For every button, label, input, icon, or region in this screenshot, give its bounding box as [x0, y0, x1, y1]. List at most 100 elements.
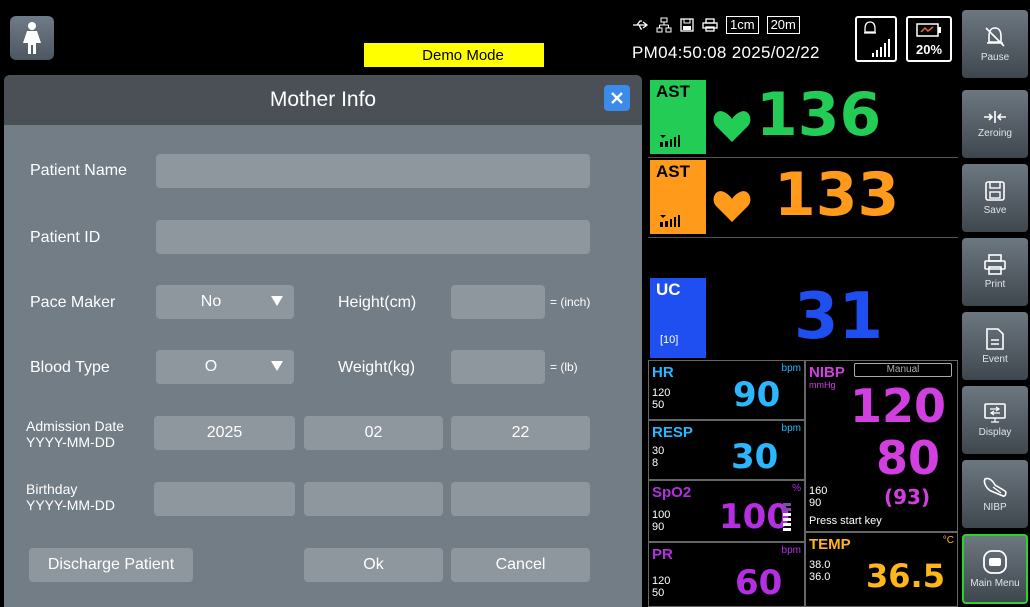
resp-high-limit: 30: [652, 445, 665, 457]
uc-tag-label: UC: [656, 280, 681, 299]
birthday-label: Birthday YYYY-MM-DD: [26, 481, 115, 513]
printer-icon: [984, 254, 1006, 275]
temp-cell[interactable]: TEMP °C 38.0 36.0 36.5: [805, 532, 958, 607]
nibp-button[interactable]: NIBP: [962, 460, 1028, 528]
admission-month-input[interactable]: 02: [304, 416, 443, 450]
nibp-button-label: NIBP: [983, 502, 1007, 513]
pace-maker-value: No: [200, 293, 222, 310]
perfusion-bar-icon: [783, 503, 791, 531]
demo-mode-banner: Demo Mode: [364, 43, 544, 67]
main-menu-button[interactable]: Main Menu: [962, 534, 1028, 604]
blood-type-label: Blood Type: [30, 359, 110, 376]
temp-label: TEMP: [809, 536, 851, 553]
battery-percent: 20%: [915, 42, 943, 57]
birthday-year-input[interactable]: [154, 482, 295, 516]
uc-tag: UC [10]: [650, 278, 706, 358]
temp-limits: 38.0 36.0: [809, 559, 830, 583]
paper-scale-label[interactable]: 1cm: [726, 16, 759, 34]
hr-label: HR: [652, 364, 674, 381]
spo2-high-limit: 100: [652, 509, 671, 521]
hr-high-limit: 120: [652, 387, 671, 399]
spo2-limits: 100 90: [652, 509, 670, 533]
patient-id-input[interactable]: [156, 220, 590, 254]
patient-type-button[interactable]: [10, 16, 54, 60]
patient-name-input[interactable]: [156, 154, 590, 188]
pause-button[interactable]: Pause: [962, 10, 1028, 78]
alarm-volume-box[interactable]: [855, 16, 897, 62]
save-button[interactable]: Save: [962, 164, 1028, 232]
cancel-button[interactable]: Cancel: [451, 548, 590, 582]
clock: PM04:50:08 2025/02/22: [632, 43, 820, 62]
signal-quality-icon: [660, 135, 680, 147]
spo2-cell[interactable]: SpO2 % 100 90 100: [648, 480, 805, 542]
nibp-cell[interactable]: NIBP Manual mmHg 120 80 160 90 (93) Press…: [805, 360, 958, 532]
spo2-value: 100: [719, 497, 790, 537]
dialog-title: Mother Info: [269, 88, 377, 111]
zeroing-button[interactable]: Zeroing: [962, 90, 1028, 158]
height-input[interactable]: [451, 285, 545, 319]
resp-cell[interactable]: RESP bpm 30 8 30: [648, 420, 805, 480]
weight-label: Weight(kg): [338, 359, 416, 376]
fhr1-tag-label: AST: [656, 82, 690, 101]
weight-input[interactable]: [451, 350, 545, 384]
time-scale-label[interactable]: 20m: [766, 16, 800, 34]
hr-limits: 120 50: [652, 387, 670, 411]
fhr1-row[interactable]: AST 136: [648, 78, 958, 158]
close-button[interactable]: [604, 85, 630, 111]
print-button[interactable]: Print: [962, 238, 1028, 306]
pace-maker-select[interactable]: No: [156, 285, 294, 319]
blood-type-select[interactable]: O: [156, 350, 294, 384]
nibp-mode[interactable]: Manual: [854, 363, 952, 377]
heart-icon: [713, 111, 751, 142]
hr-cell[interactable]: HR bpm 120 50 90: [648, 360, 805, 420]
uc-range: [10]: [660, 334, 679, 346]
display-button[interactable]: Display: [962, 386, 1028, 454]
usb-icon: [633, 20, 648, 30]
event-label: Event: [982, 354, 1008, 365]
weight-lb-unit: = (lb): [550, 360, 578, 374]
admission-year-input[interactable]: 2025: [154, 416, 295, 450]
spo2-unit: %: [792, 483, 801, 494]
top-bar: Demo Mode 1cm 20m PM04:50:08 2025/02/22 …: [0, 0, 958, 78]
bell-icon: [864, 21, 876, 34]
display-label: Display: [978, 427, 1012, 438]
birthday-title: Birthday: [26, 481, 78, 497]
fhr2-row[interactable]: AST 133: [648, 158, 958, 238]
hr-value: 90: [733, 375, 781, 415]
blood-type-value: O: [204, 358, 218, 375]
discharge-patient-button[interactable]: Discharge Patient: [29, 548, 193, 582]
pr-value: 60: [735, 563, 783, 603]
nibp-label: NIBP: [809, 364, 845, 381]
birthday-day-input[interactable]: [451, 482, 590, 516]
resp-label: RESP: [652, 424, 693, 441]
dialog-header: Mother Info: [4, 75, 642, 125]
birthday-month-input[interactable]: [304, 482, 443, 516]
bp-cuff-icon: [983, 477, 1007, 497]
pr-cell[interactable]: PR bpm 120 50 60: [648, 542, 805, 607]
printer-icon: [702, 18, 718, 32]
print-label: Print: [984, 279, 1006, 290]
event-document-icon: [986, 328, 1004, 350]
birthday-format: YYYY-MM-DD: [26, 497, 115, 513]
admission-day-input[interactable]: 22: [451, 416, 590, 450]
zeroing-icon: [984, 111, 1006, 123]
pr-high-limit: 120: [652, 575, 671, 587]
signal-quality-icon: [660, 215, 680, 227]
admission-date-format: YYYY-MM-DD: [26, 434, 115, 450]
nibp-diastolic: 80: [876, 431, 941, 485]
nibp-systolic: 120: [850, 379, 947, 433]
uc-row[interactable]: UC [10] 31: [648, 276, 958, 358]
resp-value: 30: [731, 437, 779, 477]
spo2-label: SpO2: [652, 484, 692, 501]
pr-limits: 120 50: [652, 575, 670, 599]
mother-info-dialog: Mother Info Patient Name Patient ID Pace…: [4, 75, 642, 607]
patient-id-label: Patient ID: [30, 229, 101, 246]
status-icons: 1cm 20m: [632, 16, 800, 34]
event-button[interactable]: Event: [962, 312, 1028, 380]
ok-button[interactable]: Ok: [304, 548, 443, 582]
resp-unit: bpm: [781, 423, 801, 434]
fhr2-tag: AST: [650, 160, 706, 234]
nibp-high-limit: 160: [809, 485, 828, 497]
height-inch-unit: = (inch): [550, 295, 591, 309]
pause-label: Pause: [980, 52, 1010, 63]
